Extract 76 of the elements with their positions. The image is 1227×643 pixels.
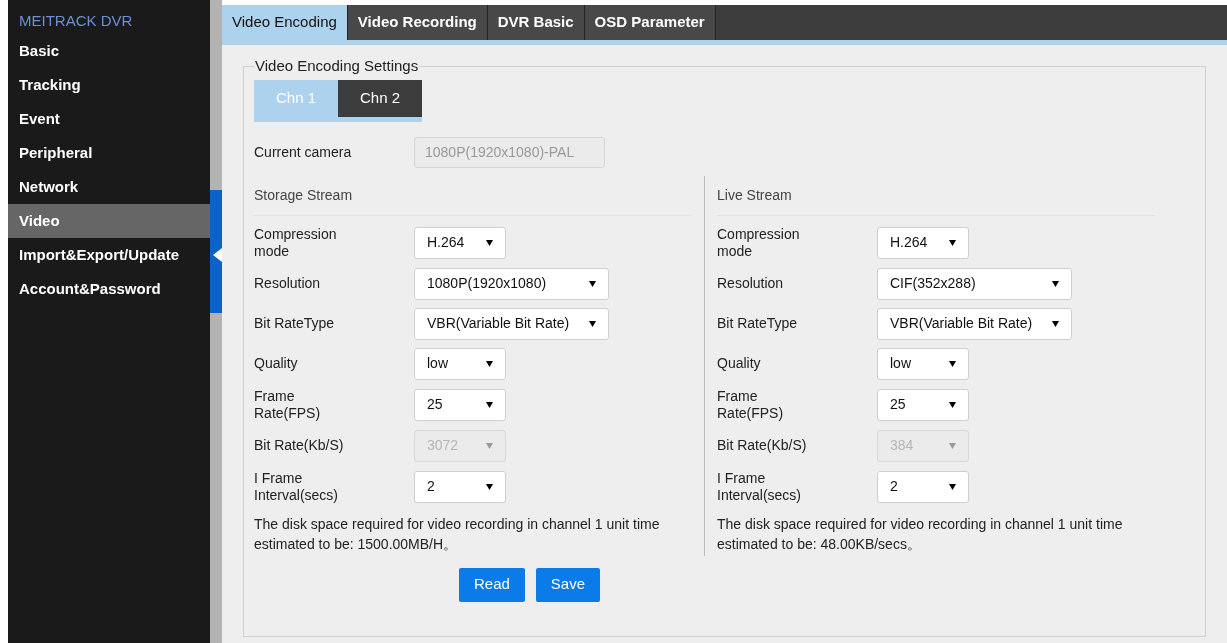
panel-legend: Video Encoding Settings: [254, 55, 420, 78]
caret-icon: [486, 239, 493, 246]
caret-icon: [486, 360, 493, 367]
disk-space-note: The disk space required for video recording in channel 1 unit time estimated to be: 1500.00MB/H。: [254, 514, 661, 554]
dropdown-value: H.264: [890, 233, 928, 252]
dropdown-value: 2: [890, 477, 898, 496]
dropdown-value: low: [427, 354, 448, 373]
field-label: Quality: [254, 355, 299, 372]
dropdown-value: VBR(Variable Bit Rate): [890, 314, 1033, 333]
sidebar-item[interactable]: Video: [8, 204, 210, 238]
camera-field: 1080P(1920x1080)-PAL: [414, 136, 605, 168]
field-label: Bit RateType: [717, 315, 799, 332]
action-button[interactable]: Read: [459, 567, 525, 602]
dropdown-field[interactable]: VBR(Variable Bit Rate): [414, 307, 609, 340]
dropdown-value: H.264: [427, 233, 465, 252]
caret-icon: [949, 360, 956, 367]
section-title: Storage Stream: [254, 185, 353, 205]
caret-icon: [486, 442, 493, 449]
dropdown-field[interactable]: low: [877, 347, 969, 380]
dropdown-field[interactable]: 2: [414, 470, 506, 503]
dropdown-value: VBR(Variable Bit Rate): [427, 314, 570, 333]
caret-icon: [589, 280, 596, 287]
field-label: I Frame Interval(secs): [254, 469, 340, 504]
dropdown-field[interactable]: H.264: [877, 226, 969, 259]
tab[interactable]: DVR Basic: [487, 5, 585, 40]
scroll-thumb[interactable]: [210, 190, 222, 313]
dropdown-value: 1080P(1920x1080): [427, 274, 547, 293]
caret-icon: [949, 239, 956, 246]
sidebar-item[interactable]: Event: [8, 102, 210, 136]
tab[interactable]: OSD Parameter: [584, 5, 716, 40]
caret-icon: [1052, 320, 1059, 327]
sidebar-item[interactable]: Network: [8, 170, 210, 204]
sidebar-item[interactable]: Import&Export/Update: [8, 238, 210, 272]
dropdown-value: 25: [427, 395, 443, 414]
dropdown-field[interactable]: CIF(352x288): [877, 267, 1072, 300]
dropdown-field[interactable]: 25: [877, 388, 969, 421]
action-button[interactable]: Save: [535, 567, 601, 602]
caret-icon: [949, 442, 956, 449]
sidebar-item[interactable]: Basic: [8, 34, 210, 68]
field-label: Frame Rate(FPS): [717, 387, 785, 422]
field-label: Current camera: [254, 142, 353, 162]
field-label: Bit RateType: [254, 315, 336, 332]
dropdown-field[interactable]: 2: [877, 470, 969, 503]
field-label: Bit Rate(Kb/S): [717, 437, 808, 454]
field-label: Quality: [717, 355, 762, 372]
brand-title: MEITRACK DVR: [18, 11, 134, 31]
caret-icon: [486, 483, 493, 490]
dropdown-field[interactable]: 25: [414, 388, 506, 421]
dropdown-value: 2: [427, 477, 435, 496]
field-label: Compression mode: [717, 225, 801, 260]
field-label: Bit Rate(Kb/S): [254, 437, 345, 454]
caret-icon: [486, 401, 493, 408]
dropdown-field[interactable]: H.264: [414, 226, 506, 259]
dropdown-value: CIF(352x288): [890, 274, 976, 293]
dropdown-value: low: [890, 354, 911, 373]
field-label: I Frame Interval(secs): [717, 469, 803, 504]
dropdown-field[interactable]: VBR(Variable Bit Rate): [877, 307, 1072, 340]
caret-icon: [589, 320, 596, 327]
tab[interactable]: Video Recording: [347, 5, 488, 40]
field-label: Resolution: [254, 275, 322, 292]
field-label: Frame Rate(FPS): [254, 387, 322, 422]
field-label: Resolution: [717, 275, 785, 292]
sidebar-item[interactable]: Peripheral: [8, 136, 210, 170]
channel-tab[interactable]: Chn 2: [338, 79, 422, 117]
sidebar-item[interactable]: Account&Password: [8, 272, 210, 306]
dropdown-field[interactable]: low: [414, 347, 506, 380]
caret-icon: [949, 401, 956, 408]
field-label: Compression mode: [254, 225, 338, 260]
section-title: Live Stream: [717, 185, 792, 205]
dropdown-field[interactable]: 1080P(1920x1080): [414, 267, 609, 300]
sidebar-item[interactable]: Tracking: [8, 68, 210, 102]
disk-space-note: The disk space required for video recording in channel 1 unit time estimated to be: 48.00KB/secs。: [717, 514, 1124, 554]
dropdown-value: 25: [890, 395, 906, 414]
caret-icon: [1052, 280, 1059, 287]
caret-icon: [949, 483, 956, 490]
tab[interactable]: Video Encoding: [222, 5, 348, 40]
